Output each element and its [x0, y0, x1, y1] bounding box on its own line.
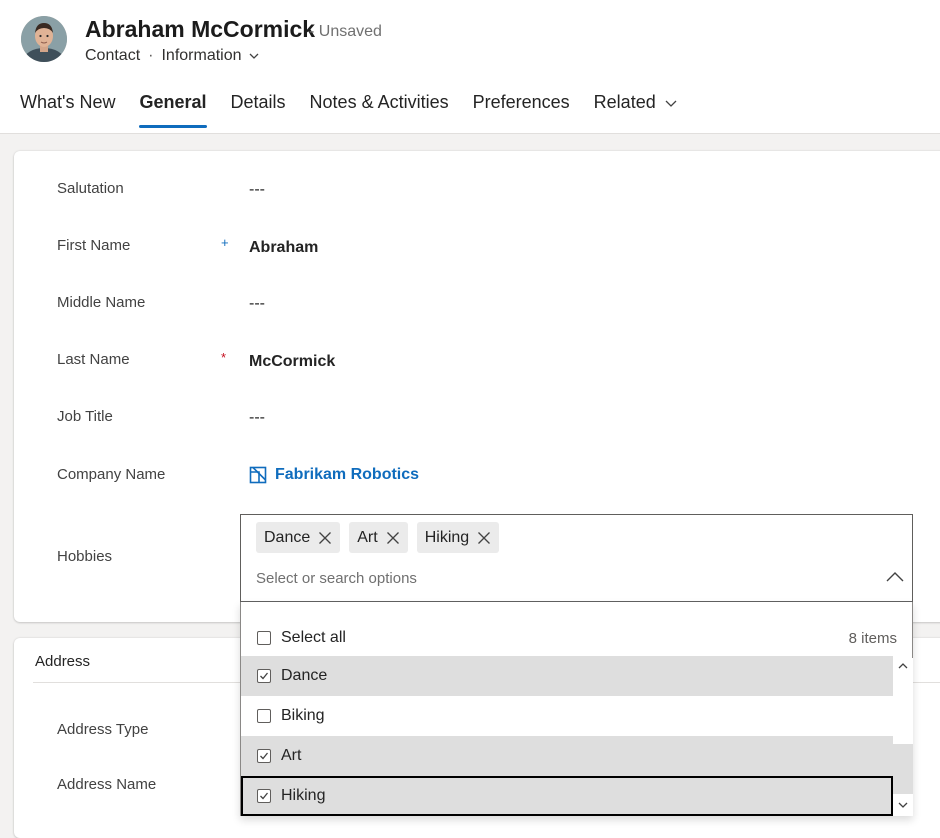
checkmark-icon	[260, 752, 269, 760]
avatar[interactable]	[21, 16, 67, 62]
recommended-marker: +	[221, 235, 229, 250]
company-name-text: Fabrikam Robotics	[275, 466, 420, 483]
hobbies-listbox: Select all 8 items Dance Biking Art Hiki…	[240, 602, 913, 816]
remove-icon[interactable]	[477, 531, 491, 545]
checkbox-checked[interactable]	[257, 749, 271, 763]
first-name-label: First Name	[57, 237, 131, 254]
address-section-title: Address	[35, 653, 91, 670]
record-header: Abraham McCormick - Unsaved Contact · In…	[0, 0, 940, 134]
chip-art: Art	[349, 522, 408, 553]
selected-chips: Dance Art Hiking	[256, 522, 500, 553]
record-title: Abraham McCormick	[85, 16, 316, 42]
tab-whats-new[interactable]: What's New	[20, 88, 115, 128]
checkbox-checked[interactable]	[257, 789, 271, 803]
tab-notes-activities[interactable]: Notes & Activities	[310, 88, 449, 128]
tab-general[interactable]: General	[139, 88, 207, 128]
tab-related[interactable]: Related	[594, 88, 678, 128]
hobbies-label: Hobbies	[57, 548, 113, 565]
tab-details[interactable]: Details	[231, 88, 286, 128]
middle-name-field[interactable]: ---	[249, 295, 265, 313]
chip-hiking: Hiking	[416, 522, 500, 553]
option-hiking[interactable]: Hiking	[241, 776, 893, 816]
chevron-up-icon[interactable]	[886, 570, 904, 584]
tab-preferences[interactable]: Preferences	[473, 88, 570, 128]
company-name-link[interactable]: Fabrikam Robotics	[249, 466, 419, 484]
scroll-thumb[interactable]	[893, 744, 913, 794]
item-count: 8 items	[848, 629, 897, 647]
select-all-checkbox[interactable]	[257, 631, 271, 645]
chevron-down-icon	[665, 100, 677, 107]
remove-icon[interactable]	[318, 531, 332, 545]
scroll-down-icon[interactable]	[897, 800, 909, 810]
form-selector[interactable]: Information	[161, 47, 259, 65]
option-dance[interactable]: Dance	[241, 656, 893, 696]
separator: ·	[148, 47, 154, 64]
record-subtitle: Contact · Information	[85, 47, 260, 65]
checkmark-icon	[260, 792, 269, 800]
unsaved-status: - Unsaved	[309, 23, 382, 40]
account-record-icon	[249, 466, 267, 484]
salutation-field[interactable]: ---	[249, 181, 265, 199]
checkbox-checked[interactable]	[257, 669, 271, 683]
address-type-label: Address Type	[57, 721, 149, 738]
hobbies-combobox[interactable]: Dance Art Hiking Select or search option…	[240, 514, 913, 602]
scroll-up-icon[interactable]	[897, 661, 909, 671]
last-name-label: Last Name	[57, 351, 130, 368]
required-marker: *	[221, 350, 227, 365]
listbox-scrollbar[interactable]	[893, 658, 913, 816]
entity-name: Contact	[85, 47, 141, 64]
remove-icon[interactable]	[386, 531, 400, 545]
salutation-label: Salutation	[57, 180, 124, 197]
option-biking[interactable]: Biking	[241, 696, 893, 736]
middle-name-label: Middle Name	[57, 294, 146, 311]
select-all-row[interactable]: Select all 8 items	[241, 618, 913, 658]
address-name-label: Address Name	[57, 776, 157, 793]
job-title-field[interactable]: ---	[249, 409, 265, 427]
company-name-label: Company Name	[57, 466, 166, 483]
option-art[interactable]: Art	[241, 736, 893, 776]
job-title-label: Job Title	[57, 408, 113, 425]
tab-list: What's New General Details Notes & Activ…	[20, 88, 702, 128]
select-all-label: Select all	[281, 629, 346, 646]
chip-dance: Dance	[256, 522, 341, 553]
first-name-field[interactable]: Abraham	[249, 239, 318, 257]
last-name-field[interactable]: McCormick	[249, 353, 335, 371]
form-name: Information	[161, 47, 242, 64]
search-input[interactable]: Select or search options	[256, 570, 417, 587]
chevron-down-icon	[249, 53, 258, 59]
checkbox-unchecked[interactable]	[257, 709, 271, 723]
checkmark-icon	[260, 672, 269, 680]
